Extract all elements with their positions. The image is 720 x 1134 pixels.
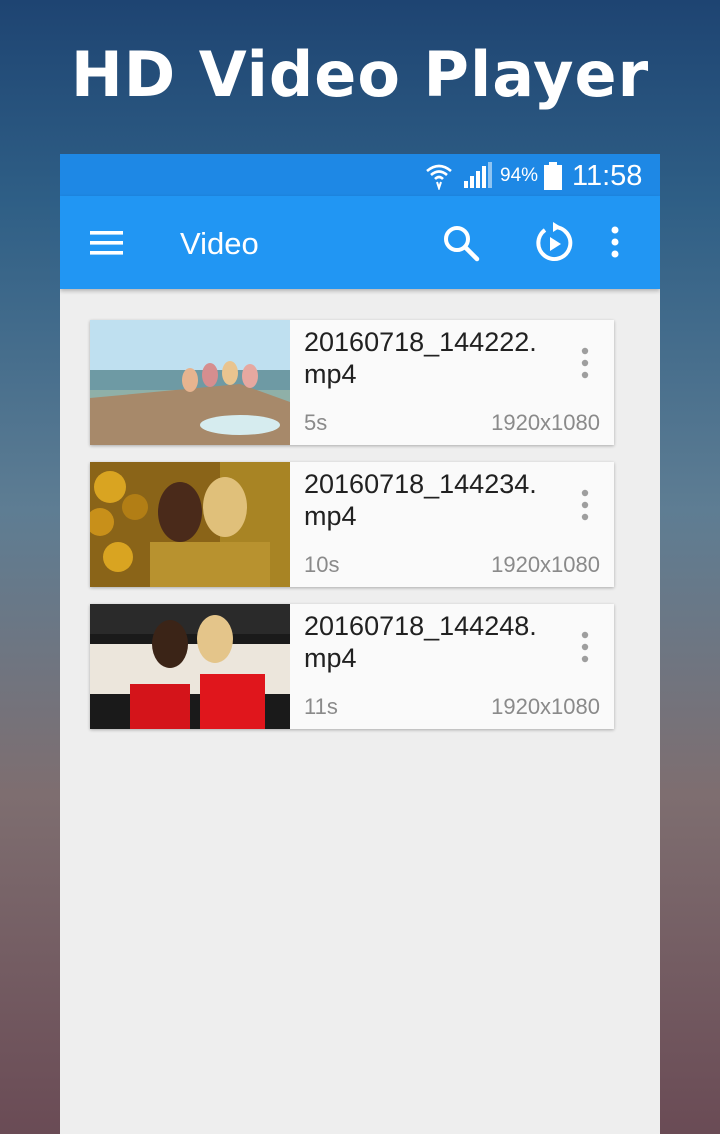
signal-icon [464,162,492,193]
app-bar: Video [60,196,660,289]
video-list: 20160718_144222.mp4 5s 1920x1080 2016071… [90,320,614,746]
promo-title: HD Video Player [70,38,650,111]
video-duration: 10s [304,552,340,577]
battery-icon [544,162,562,195]
app-title: Video [180,226,259,261]
video-item[interactable]: 20160718_144234.mp4 10s 1920x1080 [90,462,614,587]
video-duration: 11s [304,694,338,719]
video-thumbnail[interactable] [90,604,290,729]
video-item[interactable]: 20160718_144222.mp4 5s 1920x1080 [90,320,614,445]
video-thumbnail[interactable] [90,462,290,587]
menu-icon[interactable] [90,230,124,261]
video-file-name: 20160718_144234.mp4 [304,469,537,531]
item-overflow-icon[interactable] [580,346,590,385]
video-file-name: 20160718_144222.mp4 [304,327,537,389]
battery-percentage: 94% [500,165,539,186]
resume-play-icon[interactable] [534,222,574,269]
item-overflow-icon[interactable] [580,630,590,669]
wifi-icon [424,160,454,195]
video-resolution: 1920x1080 [491,552,600,577]
video-duration: 5s [304,410,328,435]
video-file-name: 20160718_144248.mp4 [304,611,537,673]
video-resolution: 1920x1080 [491,694,600,719]
overflow-menu-icon[interactable] [610,226,620,263]
phone-screen: 94% 11:58 Video 20160718_144222.mp4 5s 1… [60,154,660,1134]
video-thumbnail[interactable] [90,320,290,445]
status-bar: 94% 11:58 [60,154,660,196]
item-overflow-icon[interactable] [580,488,590,527]
video-resolution: 1920x1080 [491,410,600,435]
search-icon[interactable] [442,224,480,267]
video-item[interactable]: 20160718_144248.mp4 11s 1920x1080 [90,604,614,729]
status-clock: 11:58 [572,160,643,192]
